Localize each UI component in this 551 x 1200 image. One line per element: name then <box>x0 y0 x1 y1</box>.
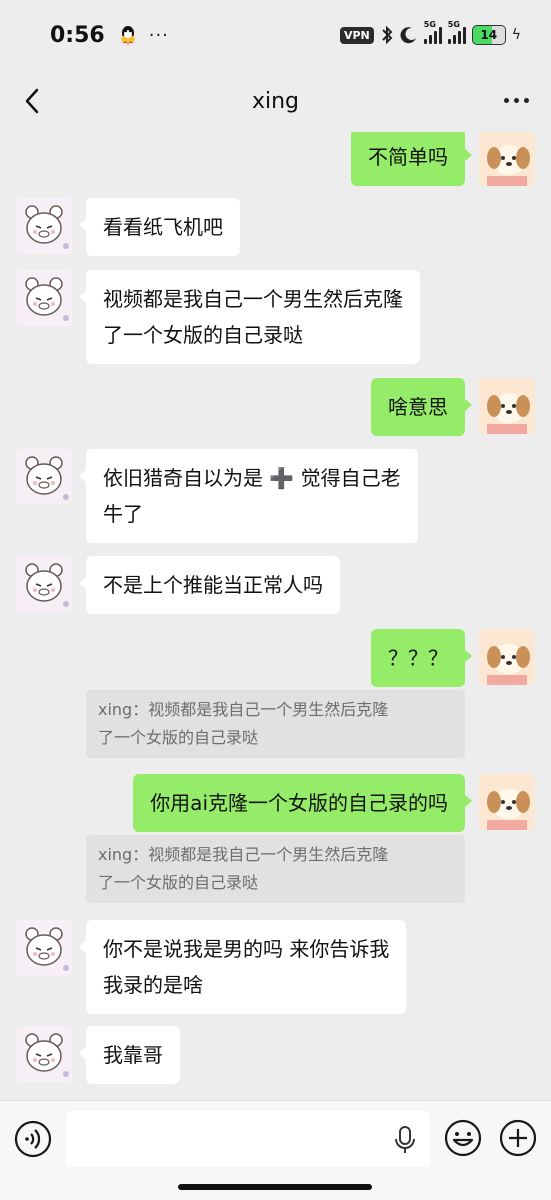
contact-avatar[interactable] <box>16 198 72 254</box>
message-bubble-incoming[interactable]: 看看纸飞机吧 <box>79 198 240 256</box>
message-bubble-incoming[interactable]: 依旧猎奇自以为是 ➕ 觉得自己老 牛了 <box>79 449 418 543</box>
message-bubble-incoming[interactable]: 不是上个推能当正常人吗 <box>79 556 340 614</box>
signal-icon: 5G <box>423 20 442 44</box>
bear-avatar-icon <box>16 449 72 505</box>
message-bubble-outgoing[interactable]: 不简单吗 <box>351 132 472 186</box>
dog-avatar-icon <box>479 378 535 434</box>
my-avatar[interactable] <box>479 774 535 830</box>
plus-icon[interactable] <box>498 1118 538 1158</box>
contact-avatar[interactable] <box>16 270 72 326</box>
status-more-icon: ··· <box>148 24 169 46</box>
voice-icon[interactable] <box>14 1120 52 1158</box>
sim2-label: 5G <box>447 20 460 29</box>
sim1-label: 5G <box>423 20 436 29</box>
message-input[interactable] <box>66 1111 430 1167</box>
my-avatar[interactable] <box>479 378 535 434</box>
microphone-icon[interactable] <box>392 1125 418 1155</box>
battery-icon: 14 <box>471 25 506 45</box>
bear-avatar-icon <box>16 920 72 976</box>
dog-avatar-icon <box>479 629 535 685</box>
chat-title: xing <box>251 88 300 114</box>
message-bubble-incoming[interactable]: 你不是说我是男的吗 来你告诉我 我录的是啥 <box>78 920 407 1014</box>
signal-icon: 5G <box>447 20 466 44</box>
chat-header: xing <box>0 70 551 132</box>
battery-level: 14 <box>480 28 498 42</box>
bear-avatar-icon <box>16 198 72 254</box>
back-icon[interactable] <box>18 86 48 116</box>
bear-avatar-icon <box>16 1026 72 1082</box>
vpn-badge: VPN <box>339 26 374 44</box>
moon-icon <box>400 27 416 44</box>
my-avatar[interactable] <box>479 629 535 685</box>
status-time: 0:56 <box>50 22 105 48</box>
bluetooth-icon <box>382 25 393 45</box>
contact-avatar[interactable] <box>16 1026 72 1082</box>
quoted-message[interactable]: xing：视频都是我自己一个男生然后克隆 了一个女版的自己录哒 <box>86 835 465 903</box>
my-avatar[interactable] <box>479 132 535 186</box>
contact-avatar[interactable] <box>16 556 72 612</box>
status-bar: 0:56 ··· VPN 5G 5G 14 ϟ <box>0 0 551 70</box>
message-bubble-incoming[interactable]: 视频都是我自己一个男生然后克隆 了一个女版的自己录哒 <box>79 270 420 364</box>
message-bubble-outgoing[interactable]: 你用ai克隆一个女版的自己录的吗 <box>133 774 472 832</box>
message-bubble-outgoing[interactable]: 啥意思 <box>371 378 472 436</box>
home-indicator[interactable] <box>178 1184 372 1190</box>
bear-avatar-icon <box>16 270 72 326</box>
message-bubble-outgoing[interactable]: ？？？ <box>371 629 472 687</box>
bear-avatar-icon <box>16 556 72 612</box>
more-options-icon[interactable] <box>504 98 529 103</box>
message-bubble-incoming[interactable]: 我靠哥 <box>79 1026 180 1084</box>
quoted-message[interactable]: xing：视频都是我自己一个男生然后克隆 了一个女版的自己录哒 <box>86 690 465 758</box>
dog-avatar-icon <box>479 774 535 830</box>
dog-avatar-icon <box>479 132 535 186</box>
charging-icon: ϟ <box>511 27 521 43</box>
contact-avatar[interactable] <box>16 449 72 505</box>
qq-icon <box>120 26 135 45</box>
contact-avatar[interactable] <box>16 920 72 976</box>
message-list[interactable]: 不简单吗 看看纸飞机吧 视频都是我自己一个男生然后克隆 了一个女版的自己录哒 啥… <box>0 132 551 1100</box>
emoji-icon[interactable] <box>443 1118 483 1158</box>
